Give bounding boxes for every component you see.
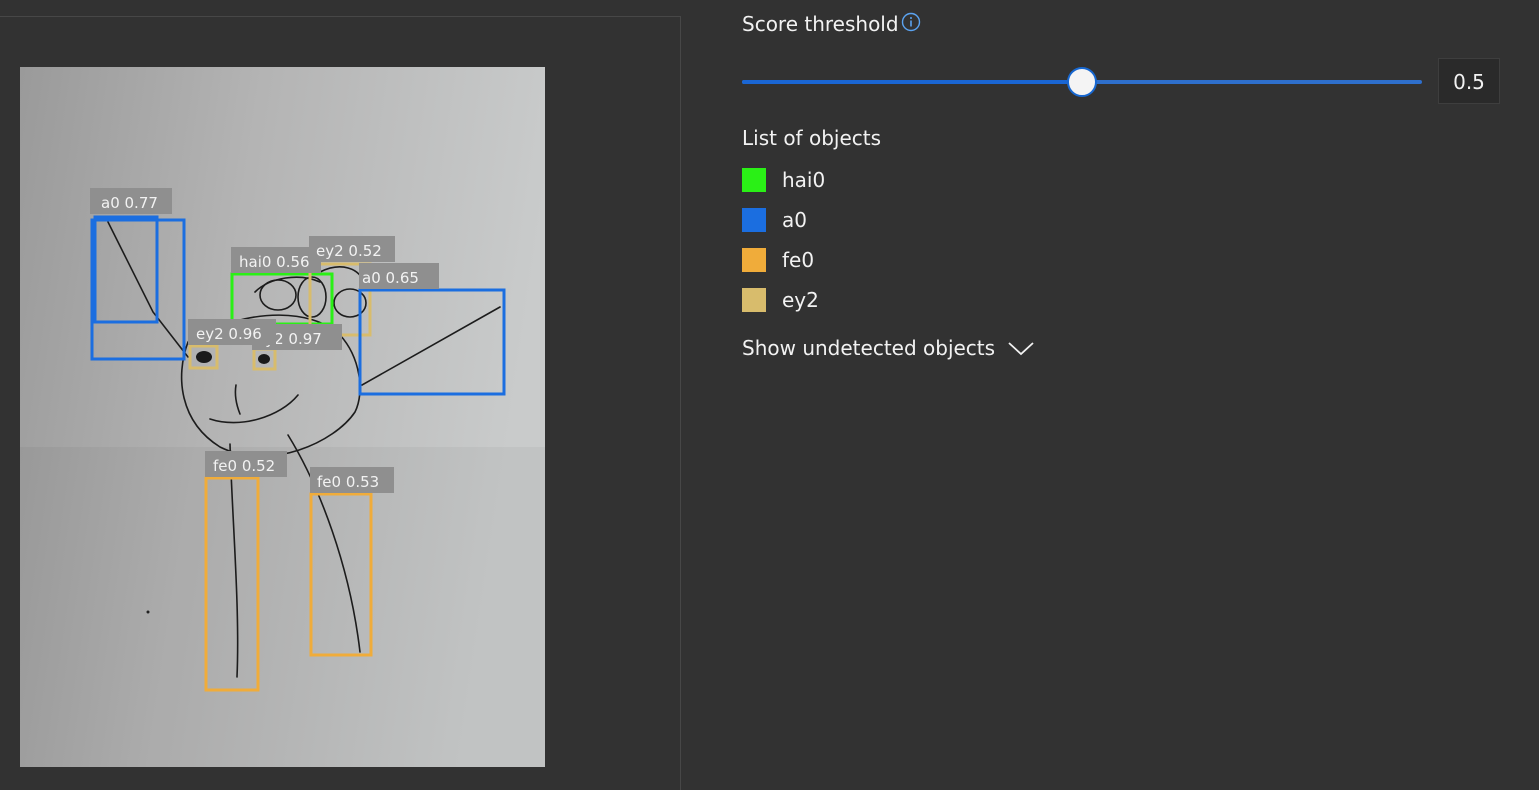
panel-top-border — [0, 16, 680, 17]
settings-panel: Score threshold 0.5 List of objects hai0… — [742, 0, 1522, 790]
detection-label-text: fe0 0.53 — [317, 473, 379, 491]
score-threshold-value-input[interactable]: 0.5 — [1438, 58, 1500, 104]
detection-label-text: a0 0.65 — [362, 269, 419, 287]
detection-label: ey2 0.52 — [309, 236, 395, 262]
paper-speck — [146, 610, 150, 614]
object-legend: hai0 a0 fe0 ey2 — [742, 160, 825, 320]
detection-label-text: a0 0.77 — [101, 194, 158, 212]
detection-label-text: ey2 0.96 — [196, 325, 262, 343]
detection-label: fe0 0.53 — [310, 467, 394, 493]
legend-item-a0[interactable]: a0 — [742, 200, 825, 240]
detection-label: fe0 0.52 — [205, 451, 287, 477]
right-eye-drawing — [258, 354, 270, 364]
score-threshold-heading: Score threshold — [742, 12, 921, 36]
color-swatch — [742, 288, 766, 312]
detection-label: a0 0.77 — [90, 188, 172, 214]
detection-label: ey2 0.96 — [188, 319, 276, 345]
detection-label-text: hai0 0.56 — [239, 253, 310, 271]
detection-label: hai0 0.56 — [231, 247, 321, 273]
detection-label: a0 0.65 — [359, 263, 439, 289]
detection-image: a0 0.77 hai0 0.56 ey2 0.52 a0 0.65 ey2 0… — [20, 67, 545, 767]
color-swatch — [742, 208, 766, 232]
detection-label-text: fe0 0.52 — [213, 457, 275, 475]
legend-item-fe0[interactable]: fe0 — [742, 240, 825, 280]
panel-divider — [680, 16, 681, 790]
score-threshold-slider[interactable] — [742, 66, 1422, 98]
color-swatch — [742, 168, 766, 192]
color-swatch — [742, 248, 766, 272]
show-undetected-objects-toggle[interactable]: Show undetected objects — [742, 336, 1035, 360]
image-panel: a0 0.77 hai0 0.56 ey2 0.52 a0 0.65 ey2 0… — [20, 67, 545, 767]
legend-label: fe0 — [782, 248, 815, 272]
list-of-objects-heading: List of objects — [742, 126, 882, 150]
legend-item-hai0[interactable]: hai0 — [742, 160, 825, 200]
left-eye-drawing — [196, 351, 212, 363]
show-undetected-label: Show undetected objects — [742, 336, 996, 360]
legend-label: ey2 — [782, 288, 819, 312]
slider-thumb[interactable] — [1067, 67, 1097, 97]
detection-label-text: ey2 0.52 — [316, 242, 382, 260]
legend-item-ey2[interactable]: ey2 — [742, 280, 825, 320]
legend-label: a0 — [782, 208, 807, 232]
info-icon[interactable] — [901, 12, 921, 32]
paper-shadow-band — [20, 447, 545, 767]
slider-fill — [742, 80, 1082, 84]
legend-label: hai0 — [782, 168, 826, 192]
chevron-down-icon — [1008, 342, 1034, 356]
score-threshold-label: Score threshold — [742, 12, 899, 36]
